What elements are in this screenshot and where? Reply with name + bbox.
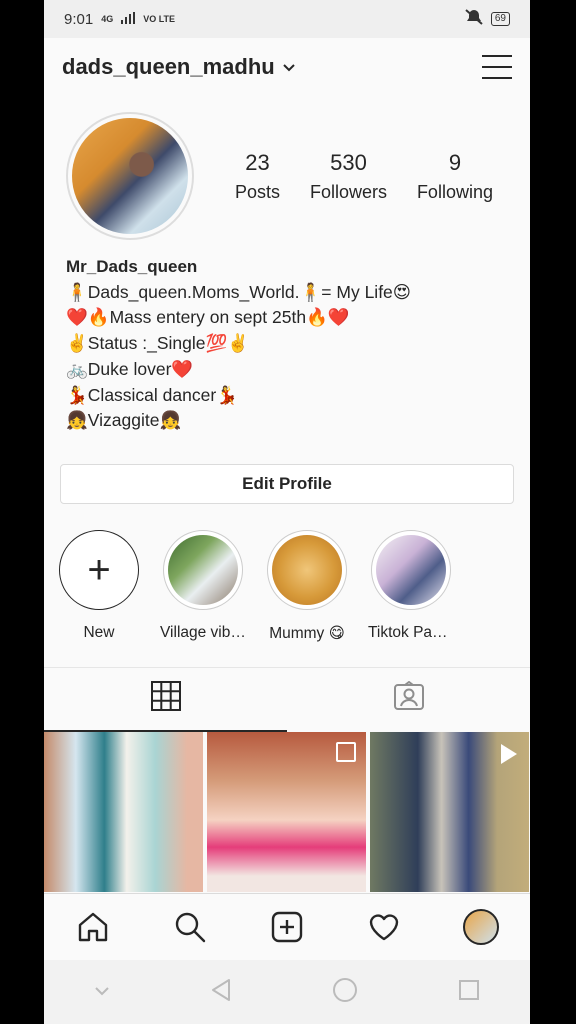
stat-posts[interactable]: 23 Posts: [235, 150, 280, 203]
post-thumbnail[interactable]: [44, 731, 203, 892]
username-switcher[interactable]: dads_queen_madhu: [62, 54, 295, 80]
activity-heart-icon[interactable]: [364, 907, 404, 947]
phone-screen: 9:01 4G VO LTE 69 dads_queen_madhu 23 Po…: [44, 0, 530, 1024]
highlight-label: Tiktok Passi...: [368, 623, 454, 641]
highlight-new[interactable]: + New: [56, 529, 142, 643]
tagged-person-icon: [393, 681, 425, 718]
recents-square-icon[interactable]: [458, 979, 480, 1006]
stat-following-label: Following: [416, 181, 493, 202]
avatar: [463, 909, 500, 945]
avatar-image: [72, 118, 188, 234]
profile-bio: Mr_Dads_queen 🧍Dads_queen.Moms_World.🧍= …: [44, 240, 530, 434]
chevron-down-icon[interactable]: [94, 983, 110, 1001]
volte-indicator: VO LTE: [143, 13, 176, 24]
stat-posts-label: Posts: [234, 181, 280, 202]
stat-following-value: 9: [448, 149, 462, 175]
highlight-tiktok[interactable]: Tiktok Passi...: [368, 529, 454, 643]
avatar[interactable]: [66, 112, 194, 240]
network-indicator: 4G: [101, 13, 114, 24]
username-label: dads_queen_madhu: [62, 54, 275, 79]
story-highlights: + New Village vibes... Mummy 😋 Tiktok Pa…: [44, 504, 530, 643]
chevron-down-icon: [283, 59, 295, 75]
home-circle-icon[interactable]: [332, 977, 358, 1008]
stat-followers-value: 530: [330, 149, 367, 175]
bio-line: 🚲Duke lover❤️: [66, 358, 194, 379]
profile-tabs: [44, 666, 530, 732]
status-bar: 9:01 4G VO LTE 69: [44, 0, 530, 38]
highlight-cover: [272, 534, 342, 605]
bio-line: 🧍Dads_queen.Moms_World.🧍= My Life😍: [66, 281, 412, 302]
bio-line: 💃Classical dancer💃: [66, 384, 238, 405]
highlight-cover: [168, 534, 238, 605]
system-navigation-bar: [44, 960, 530, 1024]
status-time: 9:01: [64, 10, 94, 28]
stat-followers[interactable]: 530 Followers: [310, 150, 387, 203]
bio-line: 👧Vizaggite👧: [66, 410, 182, 431]
mute-icon: [465, 9, 483, 29]
profile-summary: 23 Posts 530 Followers 9 Following: [44, 96, 530, 240]
search-icon[interactable]: [170, 907, 210, 947]
highlight-mummy[interactable]: Mummy 😋: [264, 529, 350, 643]
grid-icon: [150, 680, 182, 717]
plus-icon-circle: +: [59, 529, 139, 610]
highlight-label: New: [83, 623, 115, 641]
plus-icon: +: [87, 547, 111, 592]
battery-indicator: 69: [490, 12, 510, 26]
video-play-icon: [501, 743, 517, 764]
stat-posts-value: 23: [245, 149, 270, 175]
tab-grid[interactable]: [44, 668, 287, 732]
stat-followers-label: Followers: [309, 181, 387, 202]
tab-tagged[interactable]: [287, 668, 530, 732]
signal-icon: [121, 11, 136, 28]
new-post-icon[interactable]: [267, 907, 307, 947]
home-icon[interactable]: [73, 907, 113, 947]
highlight-cover: [376, 534, 446, 605]
highlight-village-vibes[interactable]: Village vibes...: [160, 529, 246, 643]
profile-name: Mr_Dads_queen: [66, 257, 198, 276]
highlight-label: Mummy 😋: [269, 624, 345, 642]
profile-stats: 23 Posts 530 Followers 9 Following: [194, 150, 508, 203]
profile-tab-avatar[interactable]: [461, 907, 501, 947]
multi-photo-icon: [336, 741, 356, 762]
bio-line: ✌️Status :_Single💯✌️: [66, 333, 250, 354]
posts-grid: [44, 731, 530, 892]
post-thumbnail[interactable]: [207, 731, 366, 892]
stat-following[interactable]: 9 Following: [417, 150, 493, 203]
highlight-label: Village vibes...: [160, 623, 246, 641]
profile-header: dads_queen_madhu: [44, 38, 530, 96]
bottom-navigation: [44, 893, 530, 960]
bio-line: ❤️🔥Mass entery on sept 25th🔥❤️: [66, 307, 350, 328]
menu-icon[interactable]: [482, 55, 512, 79]
back-triangle-icon[interactable]: [210, 978, 232, 1007]
post-thumbnail[interactable]: [370, 731, 529, 892]
edit-profile-button[interactable]: Edit Profile: [60, 463, 514, 504]
